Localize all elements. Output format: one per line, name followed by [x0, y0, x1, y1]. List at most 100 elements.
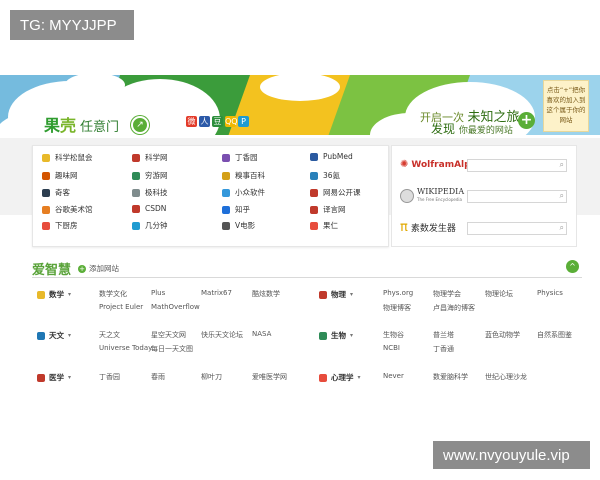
- category-link[interactable]: 爱唯医学网: [252, 372, 287, 382]
- tools-panel: ✺ WolframAlpha ⌕ WIKIPEDIA The Free Ency…: [391, 145, 577, 247]
- category-link[interactable]: 数爱脑科学: [433, 372, 468, 382]
- category-4[interactable]: 医学 ▾: [37, 372, 71, 383]
- category-link[interactable]: 蓝色动物学: [485, 330, 520, 340]
- site-link[interactable]: 网易公开课: [310, 187, 361, 198]
- category-link[interactable]: Phys.org: [383, 289, 413, 297]
- site-label: 科学网: [145, 153, 168, 162]
- compass-icon[interactable]: ↗: [131, 116, 149, 134]
- category-link[interactable]: 每日一天文图: [151, 344, 193, 354]
- site-icon: [222, 171, 230, 180]
- site-link[interactable]: 36氪: [310, 170, 340, 181]
- site-link[interactable]: 趣味网: [42, 170, 78, 181]
- site-link[interactable]: 知乎: [222, 204, 250, 215]
- category-icon: [319, 290, 327, 299]
- category-link[interactable]: NASA: [252, 330, 271, 338]
- site-link[interactable]: 果仁: [310, 220, 338, 231]
- wolfram-search-input[interactable]: ⌕: [467, 159, 567, 172]
- category-link[interactable]: 物理博客: [383, 303, 411, 313]
- category-0[interactable]: 数学 ▾: [37, 289, 71, 300]
- site-link[interactable]: 几分钟: [132, 220, 168, 231]
- category-link[interactable]: Plus: [151, 289, 165, 297]
- logo[interactable]: 果壳: [44, 112, 76, 136]
- category-link[interactable]: 酷炫数学: [252, 289, 280, 299]
- category-link[interactable]: MathOverflow: [151, 303, 200, 311]
- section-divider: [32, 277, 582, 278]
- category-link[interactable]: 数学文化: [99, 289, 127, 299]
- site-link[interactable]: 穷游网: [132, 170, 168, 181]
- category-link[interactable]: 快乐天文论坛: [201, 330, 243, 340]
- category-link[interactable]: Universe Today: [99, 344, 152, 352]
- site-link[interactable]: 译言网: [310, 204, 346, 215]
- site-link[interactable]: 科学网: [132, 152, 168, 163]
- site-link[interactable]: V电影: [222, 220, 255, 231]
- category-link[interactable]: 星空天文网: [151, 330, 186, 340]
- category-link[interactable]: 天之文: [99, 330, 120, 340]
- category-3[interactable]: 生物 ▾: [319, 330, 353, 341]
- category-2[interactable]: 天文 ▾: [37, 330, 71, 341]
- plus-icon: +: [78, 264, 86, 273]
- category-link[interactable]: 物理学会: [433, 289, 461, 299]
- site-link[interactable]: 科学松鼠会: [42, 152, 93, 163]
- category-icon: [319, 373, 327, 382]
- tool-prime-generator[interactable]: π 素数发生器: [400, 220, 456, 235]
- douban-icon[interactable]: 豆: [212, 116, 223, 127]
- site-link[interactable]: 小众软件: [222, 187, 265, 198]
- site-icon: [42, 153, 50, 162]
- category-icon: [37, 331, 45, 340]
- site-label: 科学松鼠会: [55, 153, 93, 162]
- weibo-icon[interactable]: 微: [186, 116, 197, 127]
- wikipedia-search-input[interactable]: ⌕: [467, 190, 567, 203]
- site-link[interactable]: 糗事百科: [222, 170, 265, 181]
- site-icon: [310, 221, 318, 230]
- category-link[interactable]: 物理论坛: [485, 289, 513, 299]
- site-link[interactable]: PubMed: [310, 152, 353, 161]
- category-link[interactable]: Matrix67: [201, 289, 232, 297]
- site-icon: [310, 152, 318, 161]
- site-link[interactable]: 奇客: [42, 187, 70, 198]
- logo-subtitle: 任意门: [80, 120, 120, 135]
- category-label: 生物: [331, 331, 346, 340]
- search-icon: ⌕: [559, 160, 564, 169]
- site-link[interactable]: 丁香园: [222, 152, 258, 163]
- category-link[interactable]: 世纪心理沙龙: [485, 372, 527, 382]
- chevron-down-icon: ▾: [357, 374, 361, 381]
- category-link[interactable]: 普兰塔: [433, 330, 454, 340]
- category-link[interactable]: 生物谷: [383, 330, 404, 340]
- category-link[interactable]: 柳叶刀: [201, 372, 222, 382]
- site-link[interactable]: 下厨房: [42, 220, 78, 231]
- chevron-down-icon: ▾: [350, 332, 354, 339]
- category-link[interactable]: Never: [383, 372, 404, 380]
- chevron-down-icon: ▾: [350, 291, 354, 298]
- collapse-button[interactable]: ^: [566, 260, 579, 273]
- watermark-top: TG: MYYJJPP: [10, 10, 134, 40]
- category-1[interactable]: 物理 ▾: [319, 289, 353, 300]
- site-link[interactable]: 极科技: [132, 187, 168, 198]
- site-icon: [132, 153, 140, 162]
- category-link[interactable]: 自然系图鉴: [537, 330, 572, 340]
- category-link[interactable]: 丁香通: [433, 344, 454, 354]
- category-link[interactable]: Project Euler: [99, 303, 143, 311]
- category-link[interactable]: 丁香园: [99, 372, 120, 382]
- renren-icon[interactable]: 人: [199, 116, 210, 127]
- site-label: CSDN: [145, 204, 167, 213]
- site-icon: [42, 221, 50, 230]
- add-favorite-button[interactable]: +: [518, 112, 535, 129]
- category-link[interactable]: NCBI: [383, 344, 400, 352]
- site-label: 谷歌美术馆: [55, 205, 93, 214]
- category-link[interactable]: 春雨: [151, 372, 165, 382]
- category-link[interactable]: 卢昌海的博客: [433, 303, 475, 313]
- share-icon[interactable]: P: [238, 116, 249, 127]
- site-label: 趣味网: [55, 171, 78, 180]
- add-site-link[interactable]: + 添加网站: [78, 263, 119, 274]
- site-link[interactable]: CSDN: [132, 204, 166, 213]
- category-link[interactable]: Physics: [537, 289, 563, 297]
- qq-icon[interactable]: QQ: [225, 116, 238, 127]
- site-link[interactable]: 谷歌美术馆: [42, 204, 93, 215]
- category-5[interactable]: 心理学 ▾: [319, 372, 361, 383]
- site-label: 糗事百科: [235, 171, 265, 180]
- prime-input[interactable]: ⌕: [467, 222, 567, 235]
- tool-wikipedia[interactable]: WIKIPEDIA The Free Encyclopedia: [400, 188, 464, 204]
- category-label: 数学: [49, 290, 64, 299]
- search-icon: ⌕: [559, 191, 564, 200]
- category-icon: [37, 373, 45, 382]
